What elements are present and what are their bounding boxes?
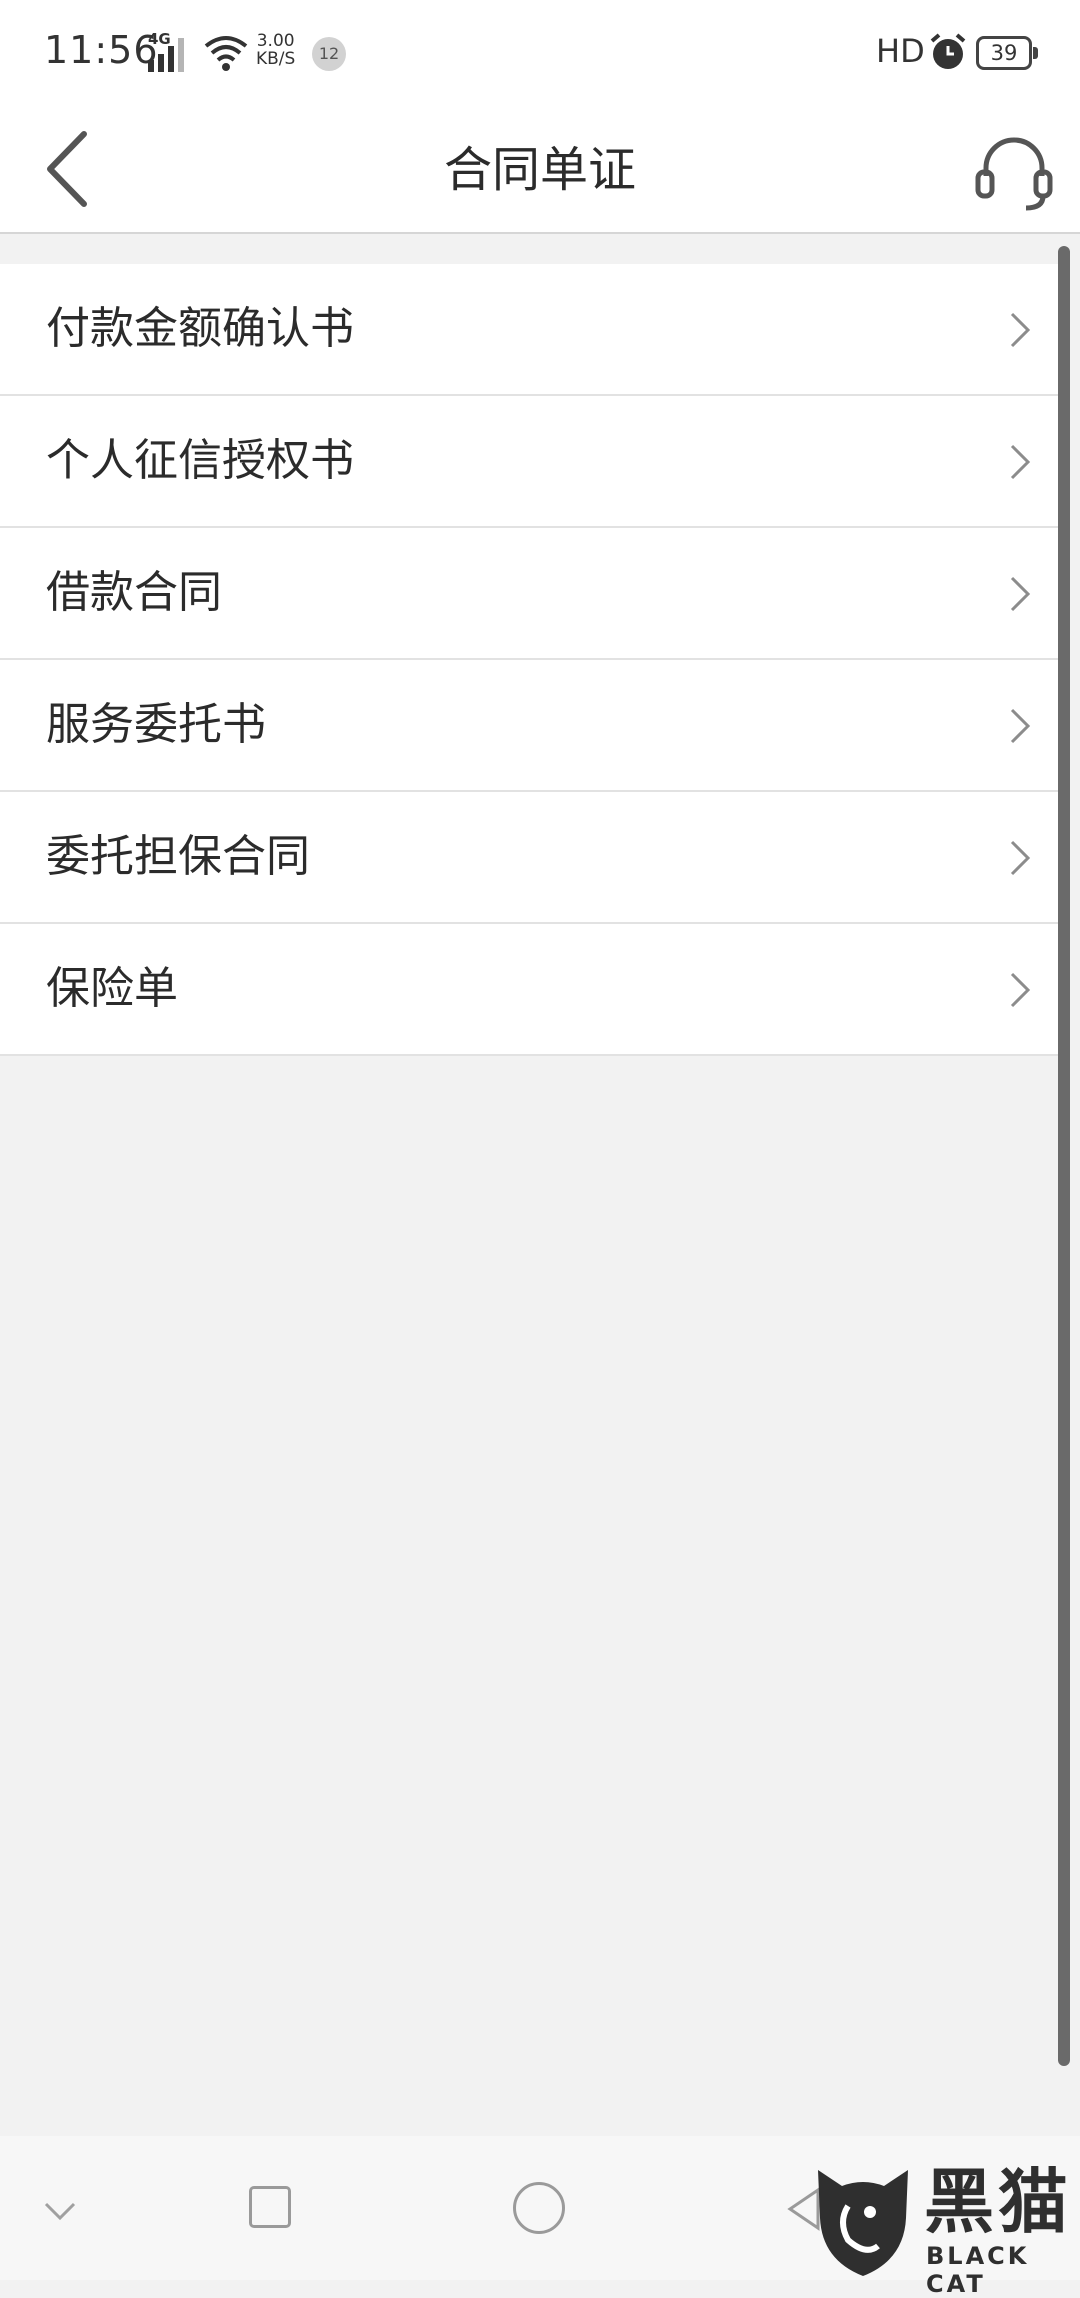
list-item-label: 保险单 — [46, 963, 178, 1014]
hd-indicator: HD — [876, 32, 925, 70]
list-item-service-mandate[interactable]: 服务委托书 — [0, 660, 1060, 792]
page-title: 合同单证 — [443, 142, 636, 198]
list-item-insurance-policy[interactable]: 保险单 — [0, 924, 1060, 1056]
battery-icon: 39 — [976, 36, 1032, 70]
list-item-payment-confirmation[interactable]: 付款金额确认书 — [0, 264, 1060, 396]
chevron-right-icon — [1010, 312, 1031, 348]
list-item-label: 服务委托书 — [46, 699, 266, 750]
list-item-loan-contract[interactable]: 借款合同 — [0, 528, 1060, 660]
status-bar: 11:56 4G 3.00 KB/S 12 HD 39 — [0, 0, 1080, 108]
watermark: 黑猫 BLACK CAT — [808, 2160, 1080, 2298]
list-item-label: 借款合同 — [46, 567, 222, 618]
chevron-right-icon — [1010, 444, 1031, 480]
notification-badge: 12 — [312, 37, 346, 71]
list-item-label: 付款金额确认书 — [46, 303, 354, 354]
home-button[interactable] — [513, 2182, 565, 2234]
list-item-label: 委托担保合同 — [46, 831, 310, 882]
watermark-cn: 黑猫 — [924, 2161, 1072, 2243]
chevron-left-icon — [47, 131, 87, 207]
black-cat-logo-icon — [818, 2170, 908, 2276]
headset-icon — [975, 137, 1053, 211]
wifi-icon — [204, 36, 248, 71]
battery-tip — [1033, 47, 1038, 59]
chevron-right-icon — [1010, 576, 1031, 612]
cellular-signal-icon — [148, 38, 184, 72]
document-list: 付款金额确认书 个人征信授权书 借款合同 服务委托书 委托担保合同 保险单 — [0, 264, 1060, 1056]
chevron-down-icon[interactable] — [40, 2196, 80, 2226]
list-item-credit-authorization[interactable]: 个人征信授权书 — [0, 396, 1060, 528]
chevron-right-icon — [1010, 972, 1031, 1008]
network-speed: 3.00 KB/S — [256, 32, 295, 68]
chevron-right-icon — [1010, 840, 1031, 876]
chevron-right-icon — [1010, 708, 1031, 744]
speed-unit: KB/S — [256, 49, 296, 69]
title-bar: 合同单证 — [0, 108, 1080, 234]
alarm-icon — [930, 33, 966, 69]
recent-apps-button[interactable] — [249, 2186, 291, 2228]
speed-value: 3.00 — [256, 31, 295, 51]
customer-service-button[interactable] — [972, 126, 1056, 216]
list-item-label: 个人征信授权书 — [46, 435, 354, 486]
watermark-en: BLACK CAT — [926, 2242, 1030, 2298]
scrollbar[interactable] — [1058, 246, 1070, 2066]
back-button[interactable] — [34, 124, 104, 214]
status-time: 11:56 — [44, 28, 159, 72]
list-item-guarantee-contract[interactable]: 委托担保合同 — [0, 792, 1060, 924]
